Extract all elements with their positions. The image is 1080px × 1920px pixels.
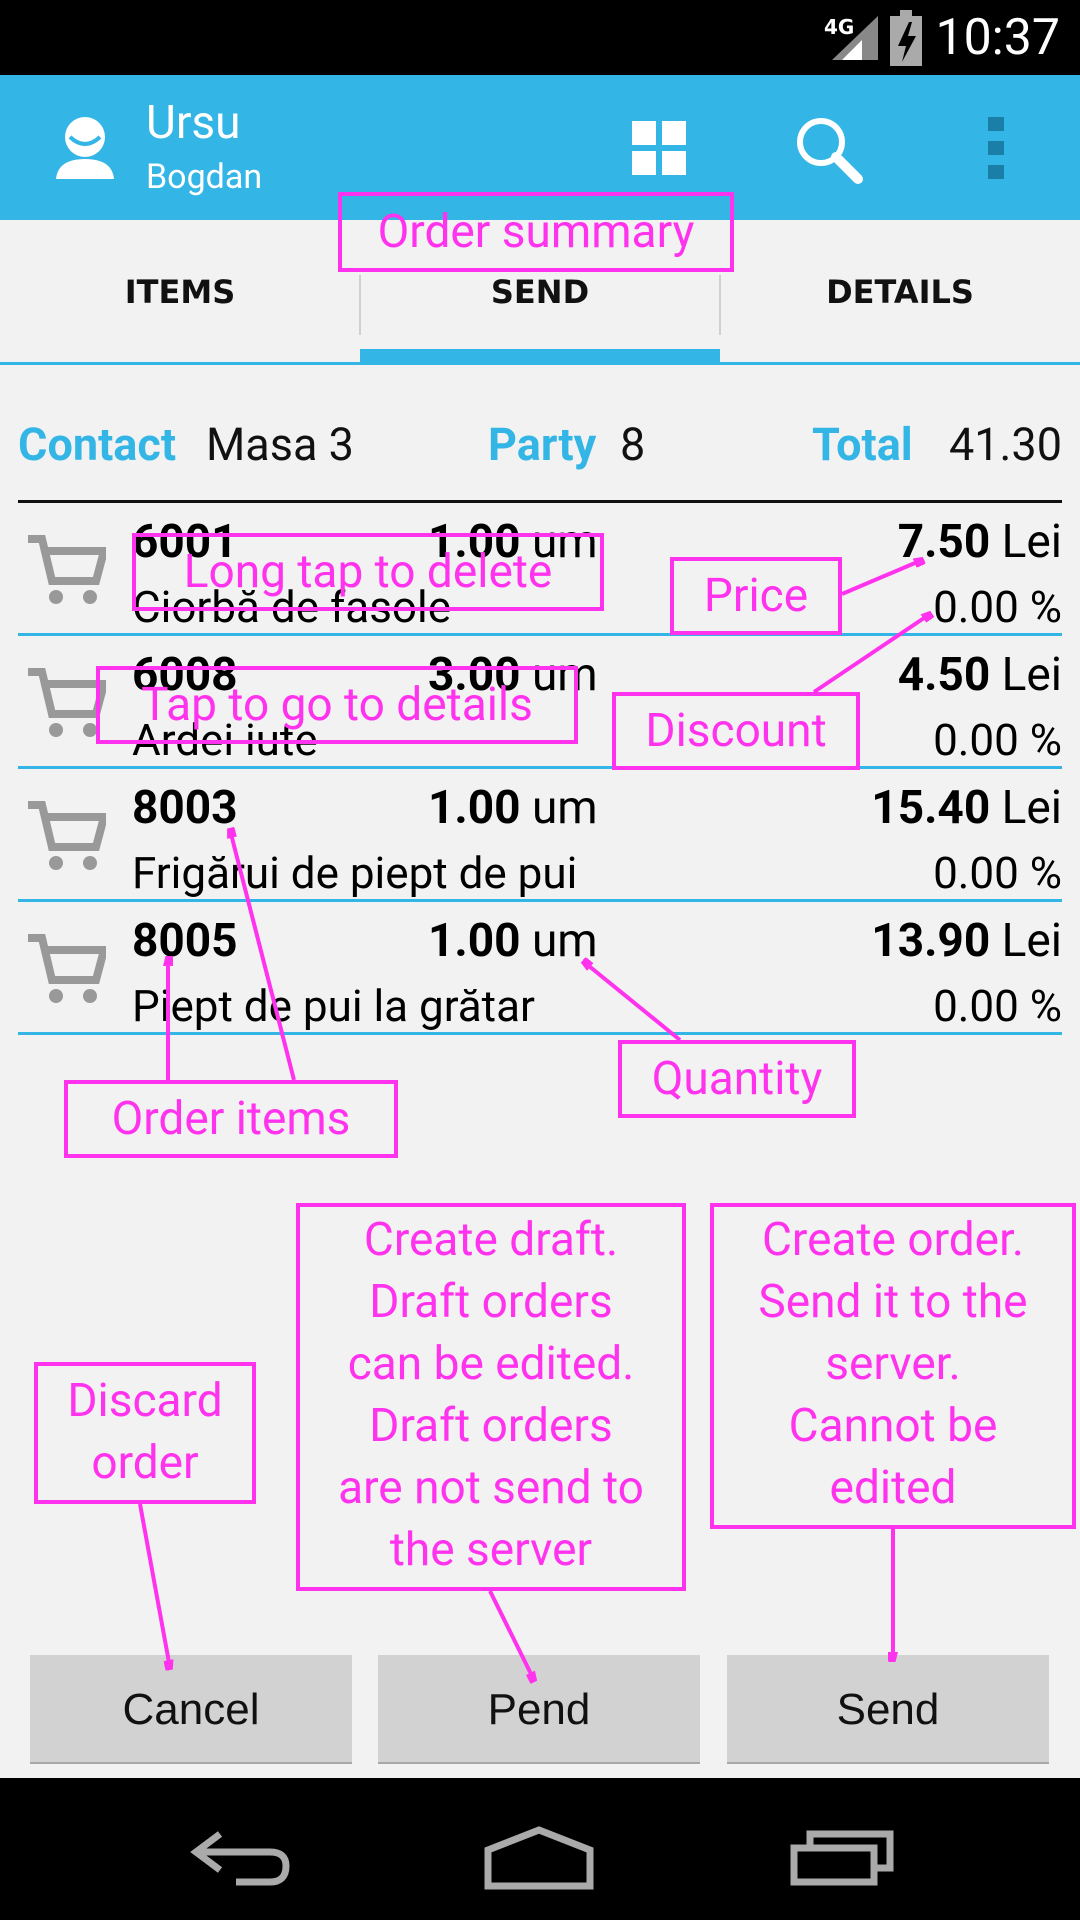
annotation-arrows: [138, 0, 1080, 1920]
arrow-discount: [812, 614, 930, 694]
arrow-draft: [488, 1590, 534, 1680]
arrow-order-items-2: [230, 830, 296, 1081]
arrow-price: [841, 560, 922, 596]
arrow-discard: [138, 1503, 170, 1668]
arrow-quantity: [584, 962, 682, 1042]
